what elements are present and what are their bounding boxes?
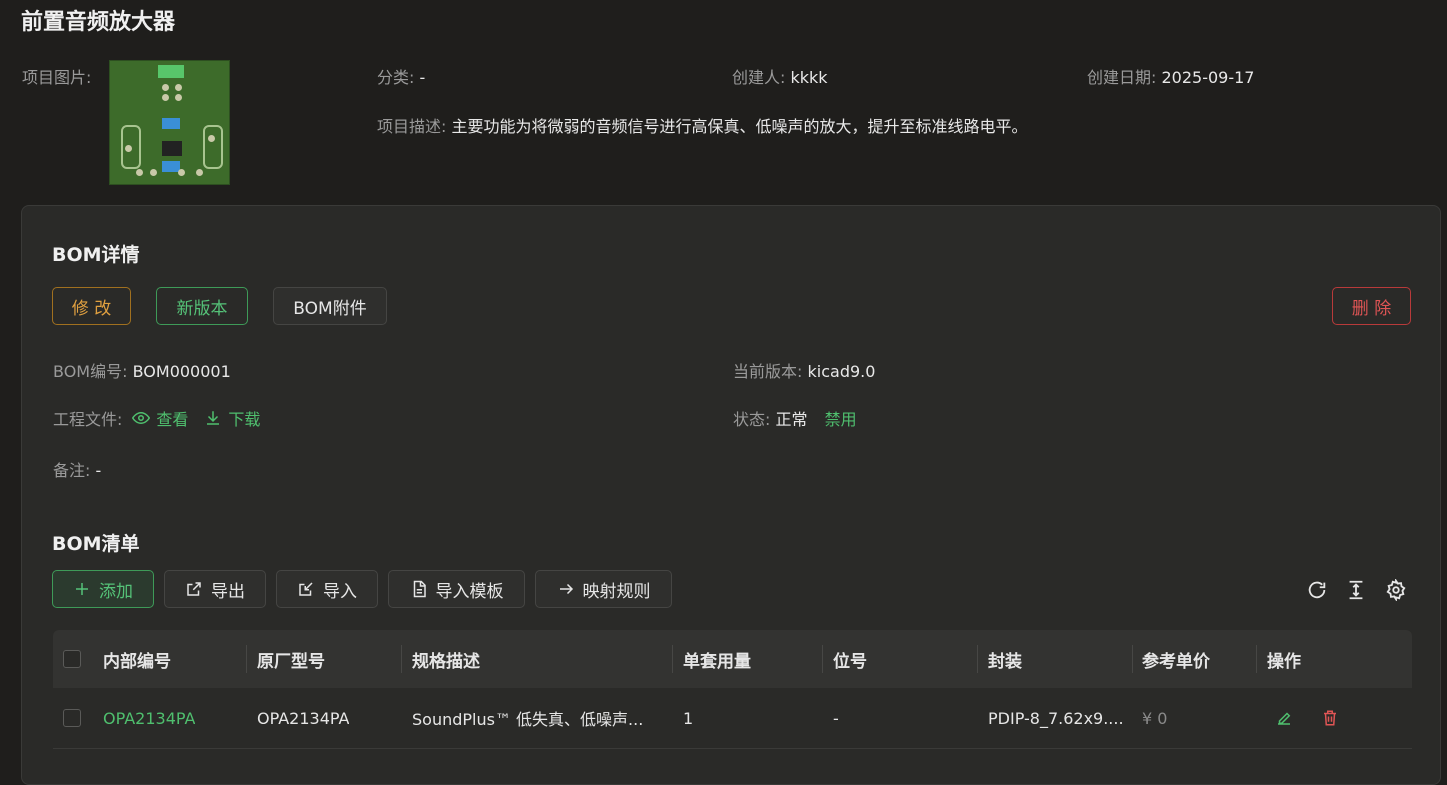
delete-icon[interactable] <box>1321 709 1339 727</box>
row-checkbox[interactable] <box>63 709 81 727</box>
creator-field: 创建人: kkkk <box>732 68 828 87</box>
view-link[interactable]: 查看 <box>132 406 188 430</box>
bom-detail-title: BOM详情 <box>52 244 140 266</box>
price-cell: ¥ 0 <box>1142 708 1168 728</box>
project-image[interactable] <box>109 60 230 185</box>
refresh-icon[interactable] <box>1306 579 1328 601</box>
new-version-button[interactable]: 新版本 <box>156 287 248 325</box>
col-price[interactable]: 参考单价 <box>1142 630 1210 688</box>
download-icon <box>207 411 220 425</box>
remark-field: 备注: - <box>53 461 102 480</box>
bom-card: BOM详情 修 改 新版本 BOM附件 删 除 BOM编号: BOM000001… <box>21 205 1441 785</box>
eye-icon <box>132 411 151 425</box>
edit-icon[interactable] <box>1275 709 1293 727</box>
connector-graphic <box>158 65 184 78</box>
arrow-right-icon <box>559 583 573 595</box>
designator-cell: - <box>833 708 839 728</box>
download-link[interactable]: 下载 <box>204 406 260 430</box>
export-button[interactable]: 导出 <box>164 570 266 608</box>
qty-cell: 1 <box>683 708 694 728</box>
export-icon <box>187 582 201 596</box>
project-file-field: 工程文件: 查看 下载 <box>53 406 260 430</box>
import-template-button[interactable]: 导入模板 <box>388 570 525 608</box>
mapping-rules-button[interactable]: 映射规则 <box>535 570 672 608</box>
add-button[interactable]: 添加 <box>52 570 154 608</box>
mfr-part-cell: OPA2134PA <box>257 708 350 728</box>
import-icon <box>299 582 313 596</box>
disable-link[interactable]: 禁用 <box>825 410 857 429</box>
description-field: 项目描述: 主要功能为将微弱的音频信号进行高保真、低噪声的放大，提升至标准线路电… <box>377 117 1028 136</box>
col-actions: 操作 <box>1267 651 1301 672</box>
import-button[interactable]: 导入 <box>276 570 378 608</box>
bom-table: 内部编号 原厂型号 规格描述 单套用量 位号 封装 参考单价 操作 OPA213… <box>53 630 1412 749</box>
internal-no-link[interactable]: OPA2134PA <box>103 688 195 748</box>
col-designator[interactable]: 位号 <box>833 630 867 688</box>
col-package[interactable]: 封装 <box>988 630 1022 688</box>
plus-icon <box>76 583 88 595</box>
col-spec[interactable]: 规格描述 <box>412 630 480 688</box>
col-mfr-part[interactable]: 原厂型号 <box>257 630 325 688</box>
column-height-icon[interactable] <box>1345 579 1367 601</box>
bom-attachment-button[interactable]: BOM附件 <box>273 287 387 325</box>
delete-button[interactable]: 删 除 <box>1332 287 1411 325</box>
bom-list-title: BOM清单 <box>52 533 140 555</box>
status-field: 状态: 正常 禁用 <box>733 410 857 429</box>
spec-cell: SoundPlus™ 低失真、低噪声... <box>412 710 644 729</box>
row-actions <box>1275 688 1339 748</box>
edit-button[interactable]: 修 改 <box>52 287 131 325</box>
current-version-field: 当前版本: kicad9.0 <box>733 362 876 381</box>
project-image-label: 项目图片: <box>22 68 92 87</box>
bom-number-field: BOM编号: BOM000001 <box>53 362 231 381</box>
col-internal-no[interactable]: 内部编号 <box>103 630 171 688</box>
table-row: OPA2134PA OPA2134PA SoundPlus™ 低失真、低噪声..… <box>53 688 1412 749</box>
category-field: 分类: - <box>377 68 426 87</box>
package-cell: PDIP-8_7.62x9.... <box>988 708 1123 728</box>
select-all-checkbox[interactable] <box>63 650 81 668</box>
created-date-field: 创建日期: 2025-09-17 <box>1087 68 1255 87</box>
table-header: 内部编号 原厂型号 规格描述 单套用量 位号 封装 参考单价 操作 <box>53 630 1412 688</box>
file-icon <box>413 580 426 598</box>
page-title: 前置音频放大器 <box>21 10 176 35</box>
settings-icon[interactable] <box>1385 579 1407 601</box>
col-qty[interactable]: 单套用量 <box>683 630 751 688</box>
status-value: 正常 <box>775 410 808 429</box>
